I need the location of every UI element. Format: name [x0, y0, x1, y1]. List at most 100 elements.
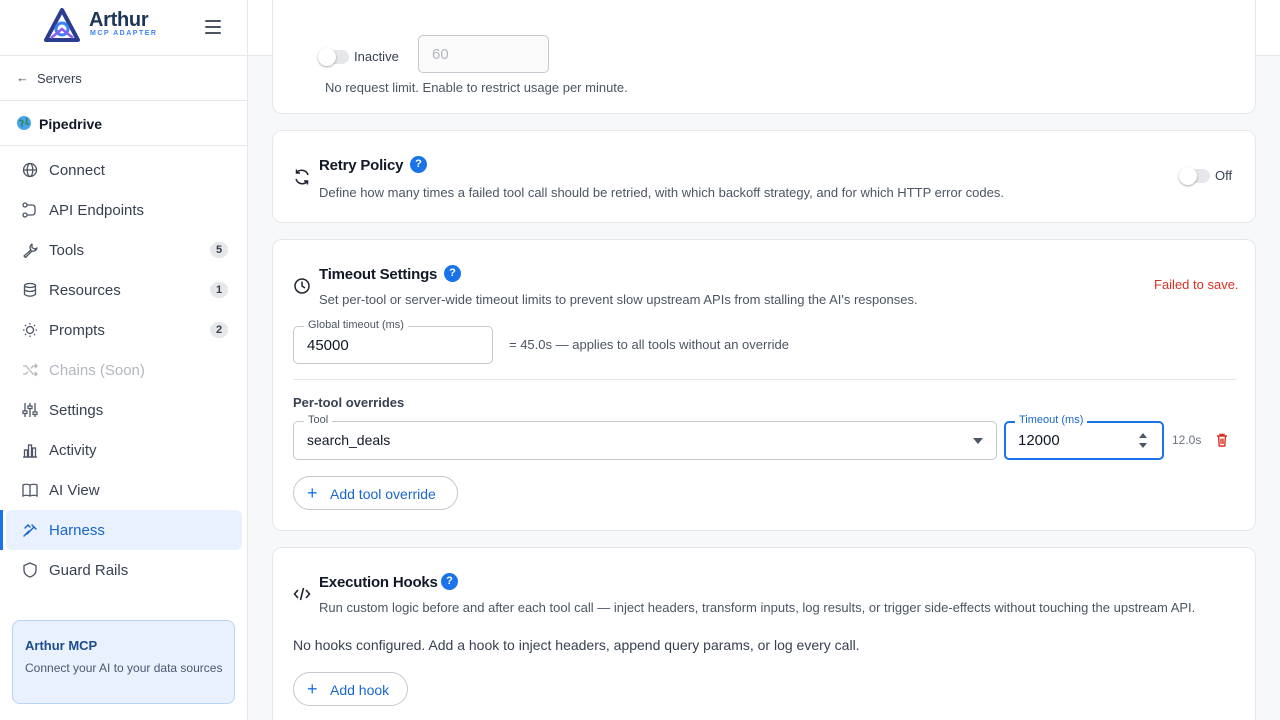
sidebar-item-label: Resources	[49, 282, 121, 299]
sidebar-nav: Connect API Endpoints Tools 5 Resources …	[0, 150, 242, 590]
add-hook-button[interactable]: + Add hook	[293, 672, 408, 706]
retry-policy-title: Retry Policy	[319, 157, 404, 174]
global-timeout-value: 45000	[307, 337, 349, 354]
execution-hooks-title: Execution Hooks	[319, 574, 438, 591]
number-stepper-icon[interactable]	[1138, 432, 1148, 449]
brand-header: Arthur MCP ADAPTER	[0, 0, 247, 56]
no-hooks-message: No hooks configured. Add a hook to injec…	[293, 637, 860, 653]
wrench-icon	[23, 243, 38, 258]
rate-limit-status: Inactive	[354, 49, 399, 64]
brand-subtitle: MCP ADAPTER	[90, 30, 158, 37]
execution-hooks-description: Run custom logic before and after each t…	[319, 600, 1196, 615]
divider	[293, 379, 1236, 380]
sidebar-item-connect[interactable]: Connect	[6, 150, 242, 190]
tool-select-label: Tool	[304, 414, 333, 426]
timeout-settings-title: Timeout Settings	[319, 266, 438, 283]
globe-icon	[17, 116, 31, 130]
retry-help-icon[interactable]: ?	[410, 156, 427, 173]
tool-timeout-seconds: 12.0s	[1172, 433, 1202, 447]
retry-policy-card: Retry Policy ? Define how many times a f…	[272, 130, 1256, 223]
shield-icon	[23, 562, 37, 578]
tool-select[interactable]: Tool search_deals	[293, 414, 997, 460]
sidebar-item-label: AI View	[49, 482, 100, 499]
menu-toggle-icon[interactable]	[205, 20, 221, 34]
sidebar-item-guard-rails[interactable]: Guard Rails	[6, 550, 242, 590]
sidebar-item-label: API Endpoints	[49, 202, 145, 219]
code-icon	[293, 587, 311, 601]
rate-limit-note: No request limit. Enable to restrict usa…	[325, 80, 628, 95]
tool-timeout-input[interactable]: Timeout (ms) 12000	[1004, 414, 1164, 460]
arrow-left-icon: ←	[16, 70, 29, 85]
hooks-help-icon[interactable]: ?	[441, 573, 458, 590]
rate-limit-input: 60	[418, 35, 549, 73]
rate-limit-value: 60	[432, 46, 449, 63]
tool-select-value: search_deals	[307, 432, 391, 448]
add-hook-label: Add hook	[330, 682, 390, 698]
save-error-message: Failed to save.	[1154, 277, 1239, 292]
sidebar-item-resources[interactable]: Resources 1	[6, 270, 242, 310]
add-tool-override-label: Add tool override	[330, 486, 436, 502]
endpoints-icon	[22, 202, 36, 218]
tool-timeout-value: 12000	[1018, 432, 1060, 449]
sidebar-item-label: Settings	[49, 402, 104, 419]
sliders-icon	[22, 403, 38, 417]
resources-count-badge: 1	[210, 282, 228, 298]
global-timeout-hint: = 45.0s — applies to all tools without a…	[509, 337, 790, 352]
lightbulb-icon	[23, 323, 37, 337]
clock-icon	[294, 278, 310, 294]
plus-icon: +	[307, 483, 318, 503]
rate-limit-toggle[interactable]	[318, 48, 349, 66]
arthur-logo-icon	[44, 8, 80, 42]
add-tool-override-button[interactable]: + Add tool override	[293, 476, 458, 510]
retry-policy-toggle[interactable]	[1179, 167, 1210, 185]
sidebar-item-prompts[interactable]: Prompts 2	[6, 310, 242, 350]
sidebar: Arthur MCP ADAPTER ← Servers Pipedrive C…	[0, 0, 248, 720]
promo-title: Arthur MCP	[25, 638, 98, 653]
global-timeout-input[interactable]: Global timeout (ms) 45000	[293, 319, 493, 364]
sidebar-item-label: Chains (Soon)	[49, 362, 145, 379]
sidebar-item-label: Activity	[49, 442, 97, 459]
server-name: Pipedrive	[39, 116, 103, 132]
globe-icon	[22, 162, 38, 178]
delete-icon[interactable]	[1216, 433, 1228, 447]
retry-toggle-label: Off	[1215, 168, 1233, 183]
brand-name: Arthur	[89, 9, 149, 31]
promo-card: Arthur MCP Connect your AI to your data …	[12, 620, 235, 704]
database-icon	[23, 282, 37, 297]
per-tool-overrides-heading: Per-tool overrides	[293, 395, 405, 410]
sidebar-item-tools[interactable]: Tools 5	[6, 230, 242, 270]
prompts-count-badge: 2	[210, 322, 228, 338]
plus-icon: +	[307, 679, 318, 699]
promo-description: Connect your AI to your data sources	[25, 661, 223, 675]
timeout-settings-description: Set per-tool or server-wide timeout limi…	[319, 292, 918, 307]
sidebar-item-harness[interactable]: Harness	[0, 510, 242, 550]
rate-limit-card: Inactive 60 No request limit. Enable to …	[272, 0, 1256, 114]
retry-policy-description: Define how many times a failed tool call…	[319, 185, 1004, 200]
sidebar-item-api-endpoints[interactable]: API Endpoints	[6, 190, 242, 230]
harness-icon	[23, 523, 37, 537]
chart-icon	[23, 444, 37, 458]
dropdown-arrow-icon	[973, 438, 983, 444]
timeout-settings-card: Timeout Settings ? Set per-tool or serve…	[272, 239, 1256, 531]
tools-count-badge: 5	[210, 242, 228, 258]
sidebar-item-ai-view[interactable]: AI View	[6, 470, 242, 510]
shuffle-icon	[23, 363, 38, 377]
sidebar-item-label: Connect	[49, 162, 105, 179]
sidebar-item-label: Prompts	[49, 322, 105, 339]
sidebar-item-label: Tools	[49, 242, 85, 259]
sidebar-item-chains: Chains (Soon)	[6, 350, 242, 390]
back-to-servers-link[interactable]: ← Servers	[0, 57, 247, 101]
book-icon	[22, 483, 38, 498]
current-server: Pipedrive	[0, 101, 247, 146]
sidebar-item-activity[interactable]: Activity	[6, 430, 242, 470]
sidebar-item-label: Harness	[49, 522, 105, 539]
toggle-knob	[1179, 167, 1197, 185]
execution-hooks-card: Execution Hooks ? Run custom logic befor…	[272, 547, 1256, 720]
sidebar-item-settings[interactable]: Settings	[6, 390, 242, 430]
refresh-icon	[295, 169, 309, 185]
toggle-knob	[318, 48, 336, 66]
back-label: Servers	[37, 71, 82, 86]
tool-timeout-label: Timeout (ms)	[1015, 414, 1088, 426]
timeout-help-icon[interactable]: ?	[444, 265, 461, 282]
global-timeout-label: Global timeout (ms)	[304, 319, 408, 331]
